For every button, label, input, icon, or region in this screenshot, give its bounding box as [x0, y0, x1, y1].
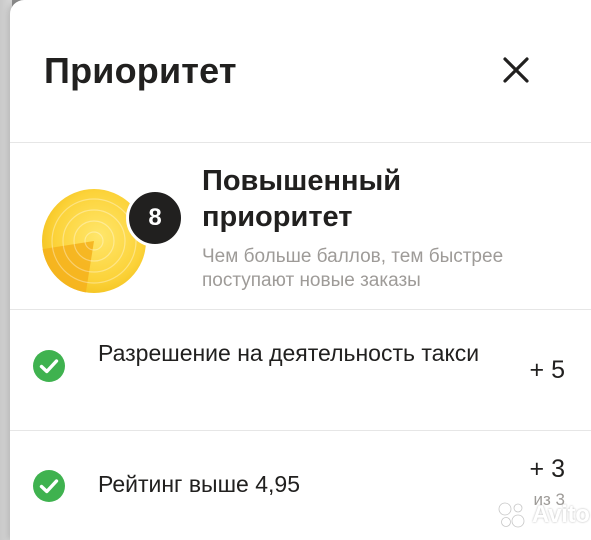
priority-sheet: Приоритет 8 Повышенный приоритет Чем бол…: [10, 0, 591, 540]
close-button[interactable]: [496, 50, 536, 90]
priority-score: 8: [126, 189, 184, 247]
priority-badge: 8: [34, 169, 184, 309]
criteria-label: Рейтинг выше 4,95: [98, 471, 300, 497]
avito-watermark: Avito: [496, 498, 590, 532]
row-divider: [10, 430, 591, 431]
page-title: Приоритет: [44, 50, 237, 91]
check-circle-icon: [33, 470, 65, 502]
priority-description: Чем больше баллов, тем быстрее поступают…: [202, 246, 504, 291]
priority-level-title: Повышенный приоритет: [202, 165, 402, 233]
avito-dots-icon: [498, 502, 525, 528]
check-circle-icon: [33, 350, 65, 382]
criteria-points: + 3: [529, 455, 565, 483]
criteria-row[interactable]: Разрешение на деятельность такси + 5: [10, 309, 591, 429]
row-divider: [10, 309, 591, 310]
priority-summary: 8 Повышенный приоритет Чем больше баллов…: [10, 143, 591, 309]
criteria-label: Разрешение на деятельность такси: [98, 340, 480, 366]
watermark-text: Avito: [532, 501, 590, 528]
criteria-points: + 5: [529, 356, 565, 384]
close-icon: [503, 57, 529, 83]
sheet-header: Приоритет: [10, 0, 591, 142]
priority-level-segment: [42, 241, 94, 293]
